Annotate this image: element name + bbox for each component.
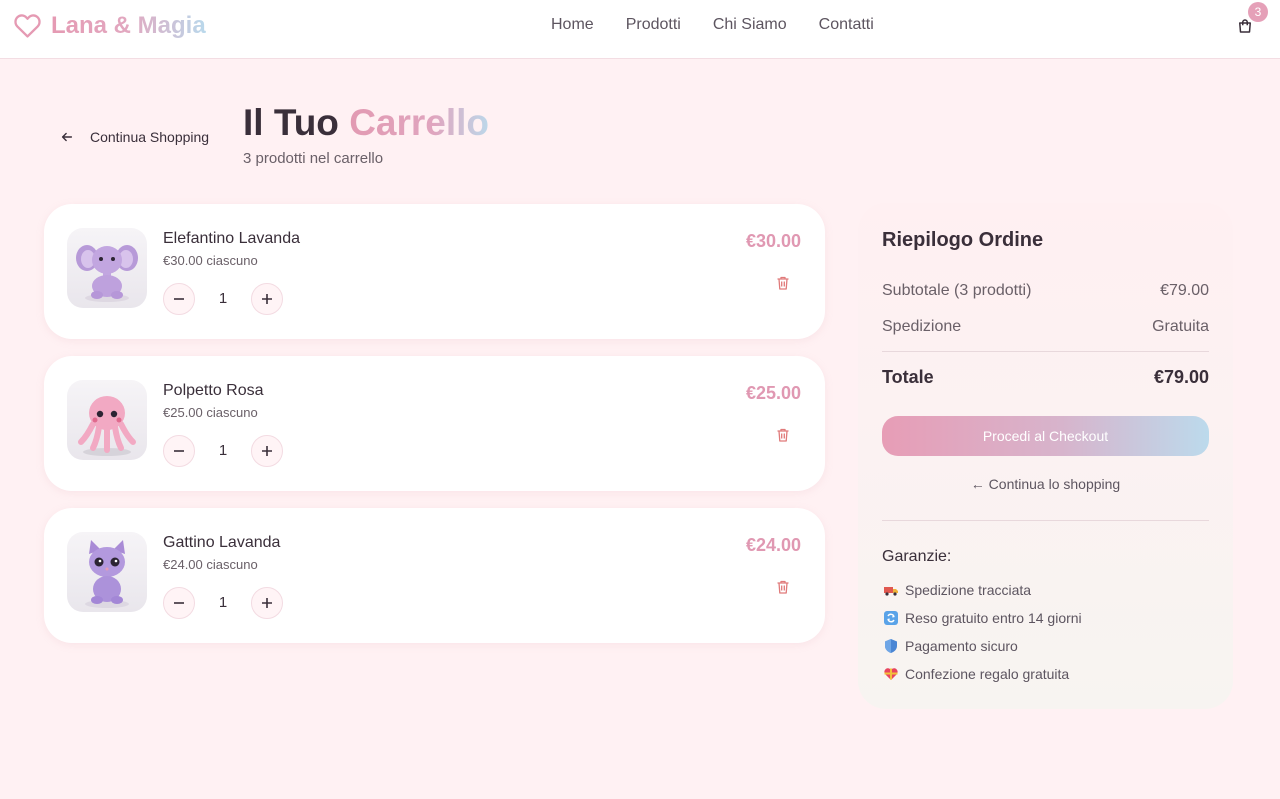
minus-icon xyxy=(174,602,184,604)
quantity-value: 1 xyxy=(218,290,228,307)
minus-icon xyxy=(174,450,184,452)
checkout-button[interactable]: Procedi al Checkout xyxy=(882,416,1209,456)
trash-icon xyxy=(777,428,789,442)
product-image-kitten[interactable] xyxy=(67,532,147,612)
elephant-plush-image xyxy=(76,245,138,302)
order-summary-title: Riepilogo Ordine xyxy=(882,229,1044,251)
nav-chi-siamo[interactable]: Chi Siamo xyxy=(713,16,787,34)
total-label: Totale xyxy=(882,367,934,387)
subtotal-label: Subtotale (3 prodotti) xyxy=(882,282,1032,299)
page-subtitle: 3 prodotti nel carrello xyxy=(243,150,384,167)
guarantee-item: Pagamento sicuro xyxy=(882,637,1018,654)
continue-shopping-label: Continua Shopping xyxy=(90,129,210,145)
truck-icon xyxy=(882,581,899,598)
page-title: Il Tuo Carrello xyxy=(243,102,489,144)
plus-icon xyxy=(262,446,272,456)
cart-item: Polpetto Rosa €25.00 ciascuno 1 €25.00 xyxy=(44,356,825,491)
page-title-main: Il Tuo xyxy=(243,102,339,143)
trash-icon xyxy=(777,276,789,290)
guarantees-title: Garanzie: xyxy=(882,548,952,565)
nav-home[interactable]: Home xyxy=(551,16,594,34)
product-unit-price: €25.00 ciascuno xyxy=(163,405,258,420)
product-name: Elefantino Lavanda xyxy=(163,230,300,247)
subtotal-row: Subtotale (3 prodotti) €79.00 xyxy=(882,282,1209,300)
product-unit-price: €30.00 ciascuno xyxy=(163,253,258,268)
product-name: Polpetto Rosa xyxy=(163,382,264,399)
remove-item-button[interactable] xyxy=(775,427,791,443)
remove-item-button[interactable] xyxy=(775,579,791,595)
quantity-value: 1 xyxy=(218,442,228,459)
guarantee-item: Confezione regalo gratuita xyxy=(882,665,1069,682)
continue-shopping-summary-link[interactable]: ← Continua lo shopping xyxy=(882,476,1209,492)
octopus-plush-image xyxy=(78,396,136,456)
total-row: Totale €79.00 xyxy=(882,367,1209,388)
remove-item-button[interactable] xyxy=(775,275,791,291)
gift-heart-icon xyxy=(882,665,899,682)
shipping-value: Gratuita xyxy=(1152,318,1209,335)
main-nav: Home Prodotti Chi Siamo Contatti xyxy=(551,16,874,34)
guarantee-text: Reso gratuito entro 14 giorni xyxy=(905,609,1082,626)
nav-contatti[interactable]: Contatti xyxy=(819,16,874,34)
top-navbar: Lana & Magia Home Prodotti Chi Siamo Con… xyxy=(0,0,1280,59)
increase-quantity-button[interactable] xyxy=(251,587,283,619)
decrease-quantity-button[interactable] xyxy=(163,435,195,467)
guarantee-text: Confezione regalo gratuita xyxy=(905,665,1070,682)
guarantee-item: Spedizione tracciata xyxy=(882,581,1031,598)
shield-icon xyxy=(882,637,899,654)
product-line-total: €24.00 xyxy=(745,535,801,555)
brand-name: Lana & Magia xyxy=(51,11,206,39)
decrease-quantity-button[interactable] xyxy=(163,587,195,619)
cart-item: Elefantino Lavanda €30.00 ciascuno 1 €30… xyxy=(44,204,825,339)
product-image-octopus[interactable] xyxy=(67,380,147,460)
order-summary-panel: Riepilogo Ordine Subtotale (3 prodotti) … xyxy=(858,203,1233,709)
quantity-value: 1 xyxy=(218,594,228,611)
product-unit-price: €24.00 ciascuno xyxy=(163,557,258,572)
guarantee-item: Reso gratuito entro 14 giorni xyxy=(882,609,1082,626)
page-title-accent: Carrello xyxy=(349,102,490,143)
kitten-plush-image xyxy=(85,540,129,608)
shipping-row: Spedizione Gratuita xyxy=(882,318,1209,336)
shipping-label: Spedizione xyxy=(882,318,962,335)
product-name: Gattino Lavanda xyxy=(163,534,281,551)
product-line-total: €30.00 xyxy=(745,231,801,251)
trash-icon xyxy=(777,580,789,594)
subtotal-value: €79.00 xyxy=(1160,282,1209,299)
brand-logo[interactable]: Lana & Magia xyxy=(12,10,206,41)
increase-quantity-button[interactable] xyxy=(251,435,283,467)
refresh-icon xyxy=(882,609,899,626)
cart-count-badge: 3 xyxy=(1248,2,1268,22)
guarantee-text: Spedizione tracciata xyxy=(905,581,1032,598)
heart-icon xyxy=(14,14,41,38)
guarantee-text: Pagamento sicuro xyxy=(905,637,1018,654)
decrease-quantity-button[interactable] xyxy=(163,283,195,315)
total-value: €79.00 xyxy=(1153,367,1209,387)
nav-prodotti[interactable]: Prodotti xyxy=(626,16,681,34)
plus-icon xyxy=(262,598,272,608)
cart-item: Gattino Lavanda €24.00 ciascuno 1 €24.00 xyxy=(44,508,825,643)
increase-quantity-button[interactable] xyxy=(251,283,283,315)
product-line-total: €25.00 xyxy=(745,383,801,403)
continue-shopping-link[interactable]: Continua Shopping xyxy=(60,129,209,145)
arrow-left-icon xyxy=(61,132,73,142)
summary-divider xyxy=(882,351,1209,352)
guarantees-divider xyxy=(882,520,1209,521)
minus-icon xyxy=(174,298,184,300)
product-image-elephant[interactable] xyxy=(67,228,147,308)
plus-icon xyxy=(262,294,272,304)
